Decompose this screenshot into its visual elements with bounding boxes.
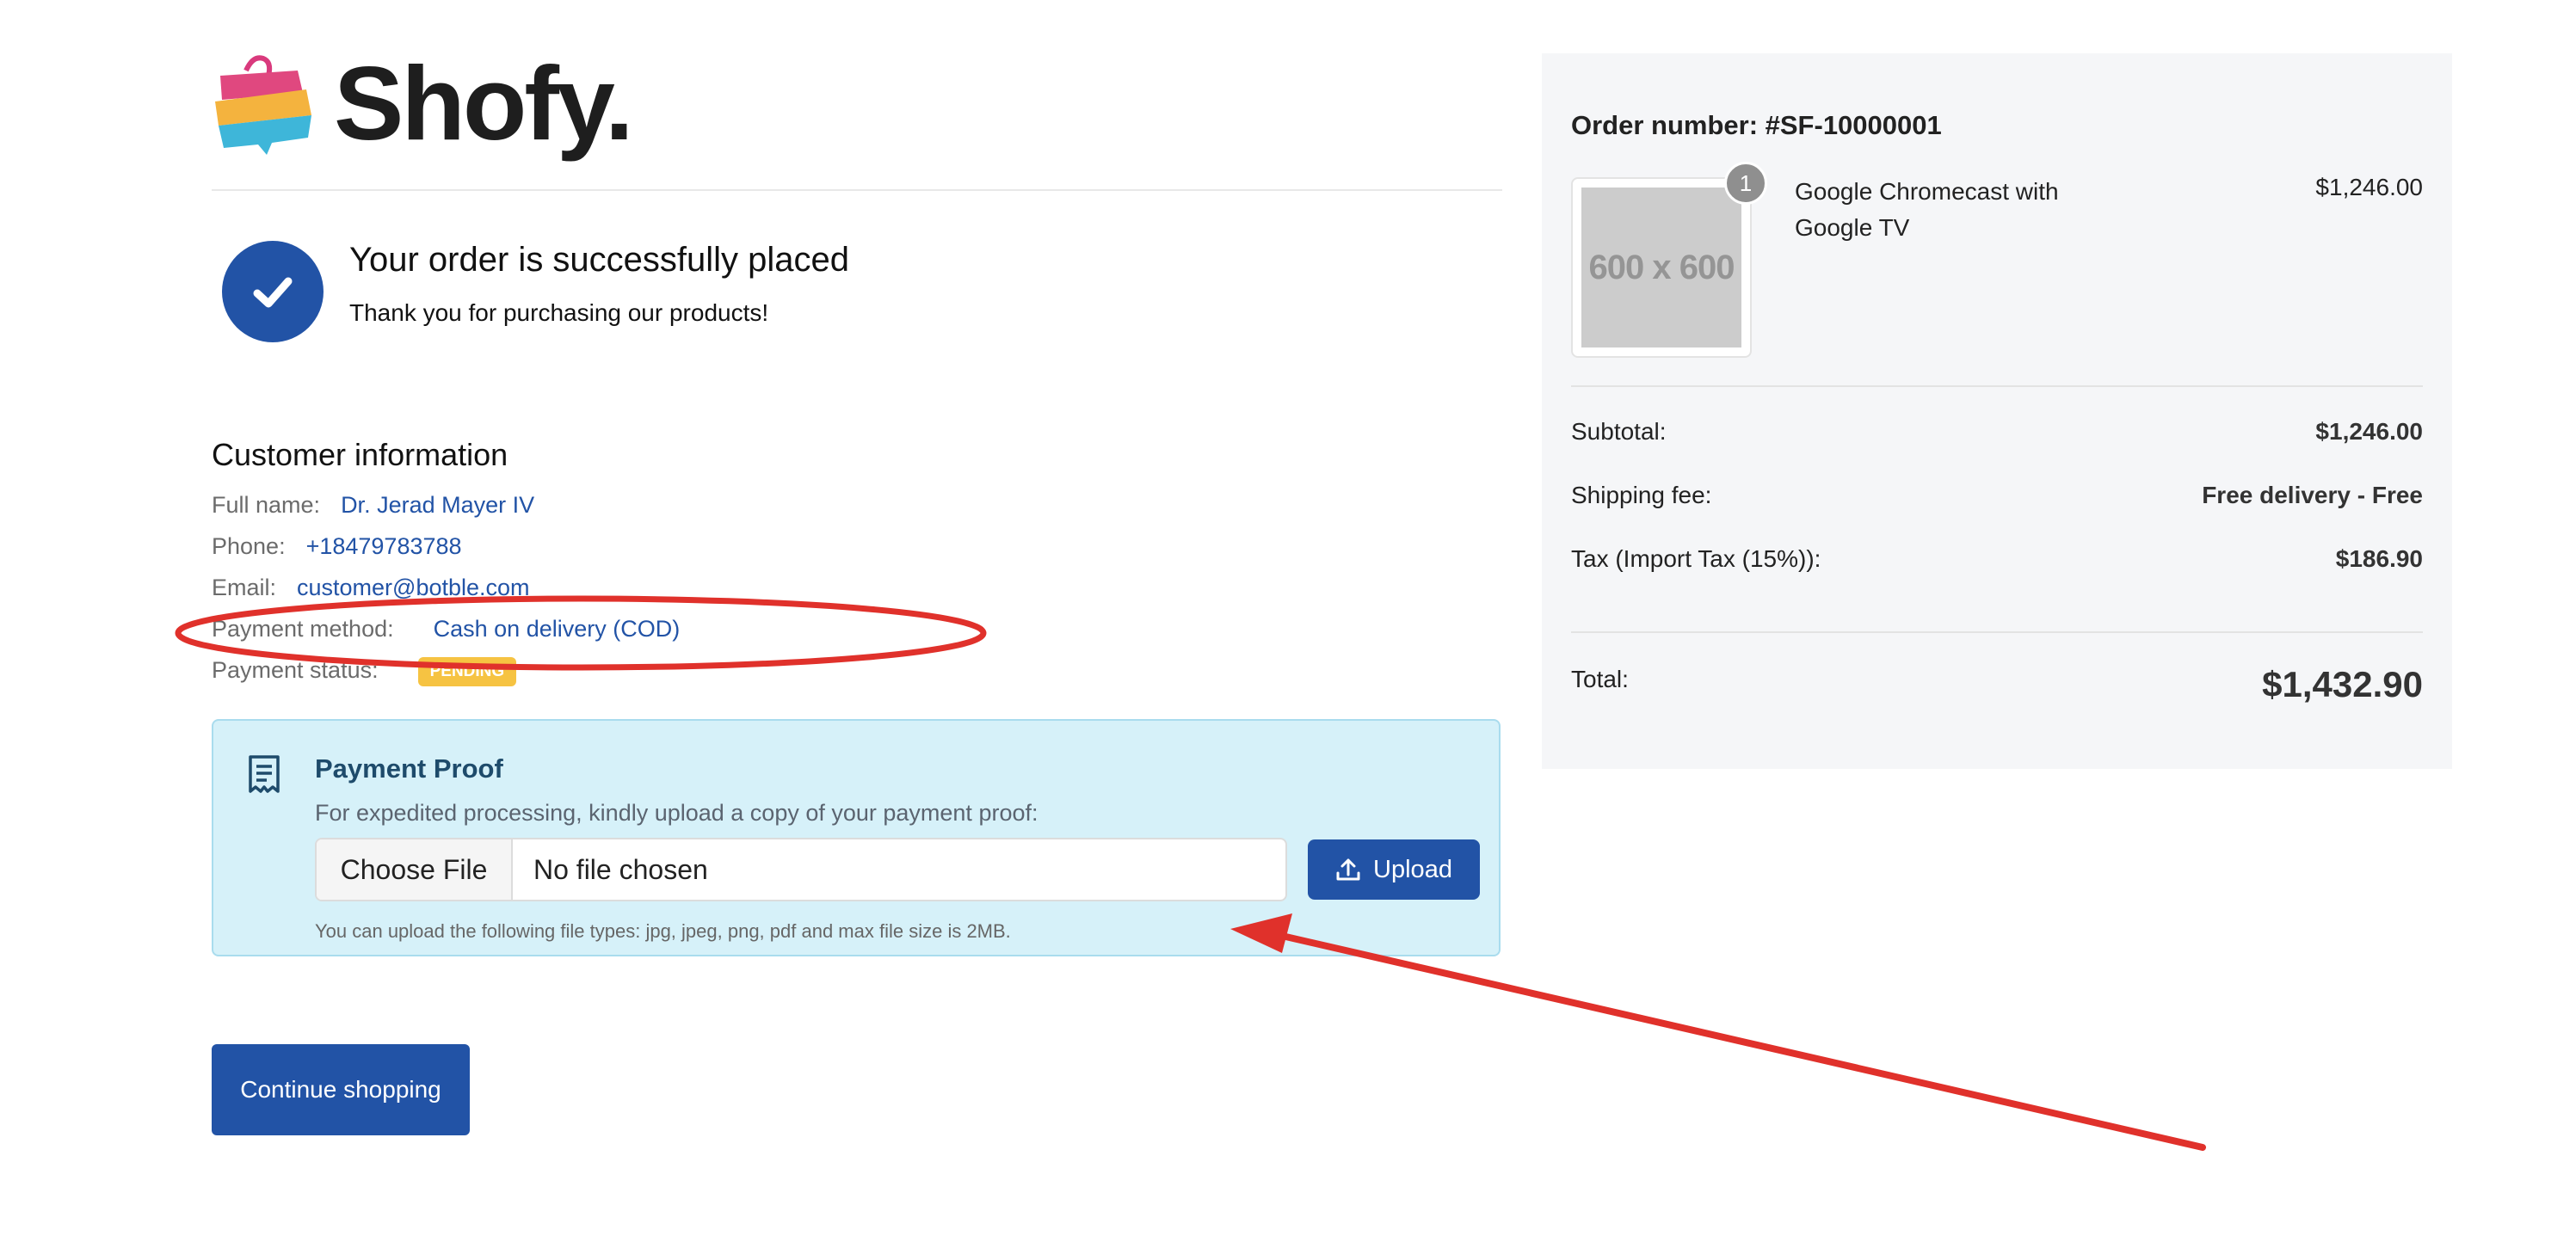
choose-file-button[interactable]: Choose File [317,839,513,900]
continue-shopping-button[interactable]: Continue shopping [212,1044,470,1135]
shipping-value: Free delivery - Free [2202,482,2423,508]
tax-label: Tax (Import Tax (15%)): [1571,545,1821,572]
email-label: Email: [212,575,277,600]
phone-row: Phone: +18479783788 [212,533,462,560]
customer-info-heading: Customer information [212,437,508,472]
payment-status-badge: PENDING [417,657,517,686]
payment-proof-title: Payment Proof [315,753,503,784]
email-value: customer@botble.com [297,575,530,600]
no-file-text: No file chosen [533,853,708,885]
total-value: $1,432.90 [2262,664,2423,704]
divider [1571,631,2423,633]
full-name-label: Full name: [212,492,321,518]
annotation-arrow-line [1279,932,2206,1151]
checkout-confirmation: Shofy. Your order is successfully placed… [212,45,1502,1135]
email-row: Email: customer@botble.com [212,575,530,601]
upload-button[interactable]: Upload [1308,839,1480,900]
payment-status-row: Payment status: PENDING [212,657,517,686]
upload-note: You can upload the following file types:… [315,920,1011,942]
upload-icon [1336,858,1360,881]
shipping-label: Shipping fee: [1571,482,1712,508]
payment-method-label: Payment method: [212,616,394,642]
payment-proof-description: For expedited processing, kindly upload … [315,800,1038,826]
phone-label: Phone: [212,533,286,559]
payment-method-value: Cash on delivery (COD) [433,616,681,642]
total-label: Total: [1571,666,1629,692]
file-input[interactable]: Choose File No file chosen [315,838,1287,901]
success-message: Your order is successfully placed Thank … [212,225,1502,380]
payment-status-label: Payment status: [212,657,379,684]
shopping-bag-logo-icon [212,52,315,155]
brand-name: Shofy. [334,45,634,162]
subtotal-value: $1,246.00 [2315,418,2423,445]
order-number: Order number: #SF-10000001 [1571,110,1942,140]
phone-value: +18479783788 [305,533,462,559]
order-summary: Order number: #SF-10000001 600 x 600 1 G… [1542,53,2452,769]
product-image-placeholder: 600 x 600 [1581,188,1741,347]
product-thumbnail: 600 x 600 [1571,177,1752,358]
receipt-icon [248,755,280,797]
payment-proof-panel: Payment Proof For expedited processing, … [212,719,1501,956]
checkmark-icon [222,241,324,342]
full-name-row: Full name: Dr. Jerad Mayer IV [212,492,534,519]
full-name-value: Dr. Jerad Mayer IV [341,492,535,518]
logo[interactable]: Shofy. [212,45,1502,162]
success-title: Your order is successfully placed [349,241,850,279]
divider [1571,385,2423,387]
success-subtitle: Thank you for purchasing our products! [349,299,769,326]
product-name[interactable]: Google Chromecast with Google TV [1795,174,2087,246]
divider [212,189,1502,191]
quantity-badge: 1 [1724,162,1767,205]
payment-method-row: Payment method: Cash on delivery (COD) [212,616,680,643]
subtotal-label: Subtotal: [1571,418,1667,445]
upload-label: Upload [1373,855,1452,883]
product-price: $1,246.00 [2315,174,2423,200]
tax-value: $186.90 [2335,545,2423,572]
